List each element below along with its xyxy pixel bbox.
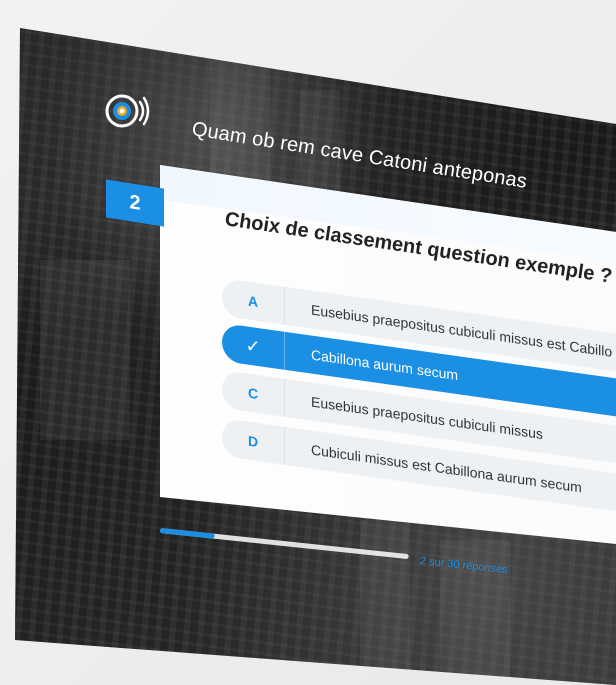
device-mockup: Quam ob rem cave Catoni anteponas 2 Choi… bbox=[0, 0, 616, 685]
broadcast-target-icon bbox=[104, 88, 150, 134]
